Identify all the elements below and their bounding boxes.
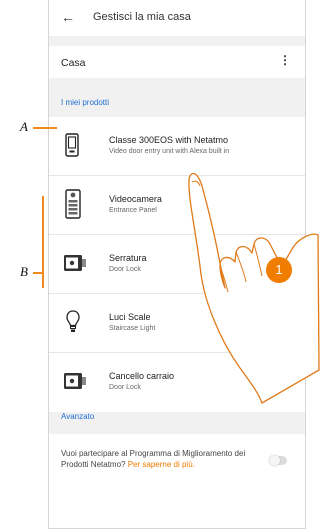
step-badge: 1 xyxy=(266,257,292,283)
